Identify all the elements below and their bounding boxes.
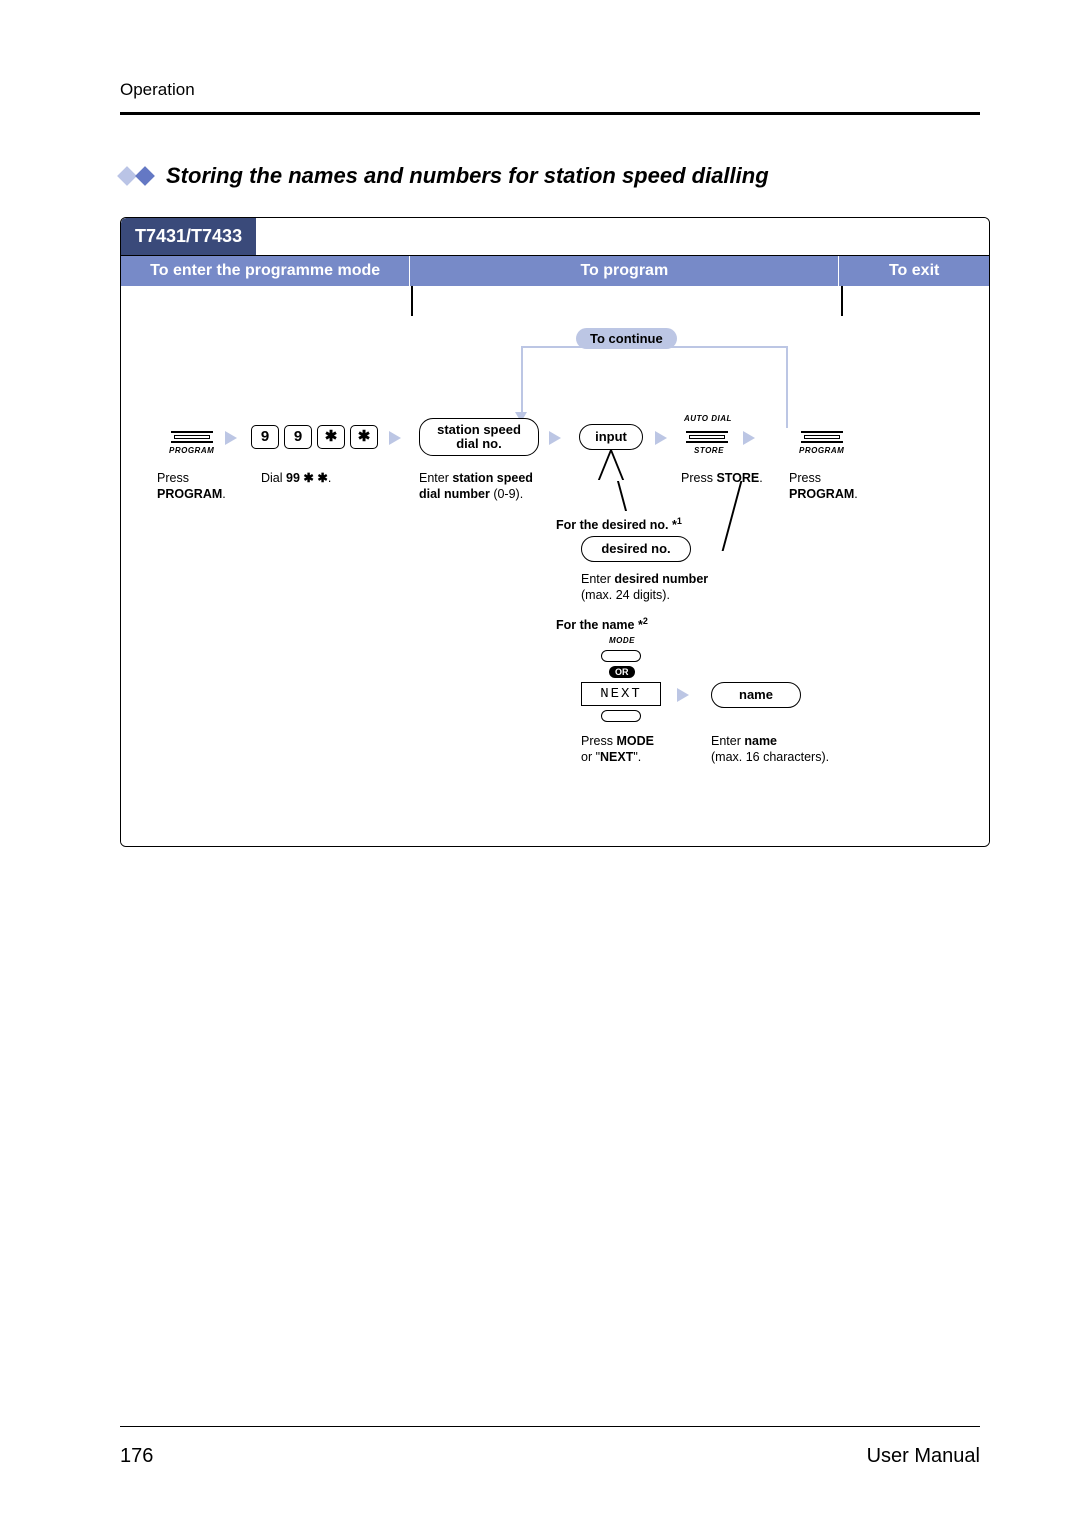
branch-line <box>617 481 627 511</box>
autodial-label-bot: STORE <box>694 446 724 455</box>
diamond-icon <box>117 166 137 186</box>
col-enter-mode: To enter the programme mode <box>121 256 410 286</box>
store-button-icon <box>686 431 728 443</box>
flow-line <box>786 346 788 428</box>
cap-dial: Dial 99 ✱ ✱. <box>261 471 331 487</box>
heading-row: Storing the names and numbers for statio… <box>120 163 980 189</box>
col-to-program: To program <box>410 256 839 286</box>
cap-enter-name: Enter name(max. 16 characters). <box>711 734 829 765</box>
mode-label: MODE <box>609 636 635 645</box>
cap-press-mode: Press MODEor "NEXT". <box>581 734 654 765</box>
section-label: Operation <box>120 80 980 100</box>
diamond-icon <box>135 166 155 186</box>
arrow-right-icon <box>389 431 401 445</box>
divider <box>411 286 413 316</box>
footer-rule <box>120 1426 980 1427</box>
flow-area: To continue PROGRAM 9 9 ✱ ✱ station spee… <box>121 286 989 846</box>
branch-line <box>722 481 742 551</box>
station-speed-oval: station speed dial no. <box>419 418 539 456</box>
desired-no-oval: desired no. <box>581 536 691 562</box>
arrow-right-icon <box>655 431 667 445</box>
instruction-panel: T7431/T7433 To enter the programme mode … <box>120 217 990 847</box>
cap-press-store: Press STORE. <box>681 471 763 487</box>
softkey-icon <box>601 710 641 722</box>
program-label: PROGRAM <box>799 446 844 455</box>
doc-title: User Manual <box>867 1445 980 1468</box>
program-button-icon <box>171 431 213 443</box>
cap-press-program-right: PressPROGRAM. <box>789 471 858 502</box>
column-headers: To enter the programme mode To program T… <box>121 255 989 286</box>
program-label: PROGRAM <box>169 446 214 455</box>
input-oval: input <box>579 424 643 450</box>
branch-line <box>598 450 612 480</box>
key-9: 9 <box>284 425 312 449</box>
model-tab: T7431/T7433 <box>121 218 256 255</box>
program-button-icon <box>801 431 843 443</box>
mode-button-icon <box>601 650 641 662</box>
arrow-right-icon <box>743 431 755 445</box>
page-title: Storing the names and numbers for statio… <box>166 163 769 189</box>
next-display: NEXT <box>581 682 661 706</box>
autodial-label-top: AUTO DIAL <box>684 414 732 423</box>
flow-line <box>521 346 523 416</box>
key-star: ✱ <box>317 425 345 449</box>
page-root: Operation Storing the names and numbers … <box>0 0 1080 1528</box>
cap-enter-ssd: Enter station speeddial number (0-9). <box>419 471 533 502</box>
continue-pill: To continue <box>576 328 677 349</box>
col-to-exit: To exit <box>839 256 989 286</box>
cap-for-desired: For the desired no. *1 <box>556 516 682 534</box>
divider <box>841 286 843 316</box>
tab-row: T7431/T7433 <box>121 218 989 255</box>
cap-for-name: For the name *2 <box>556 616 648 634</box>
key-9: 9 <box>251 425 279 449</box>
cap-enter-desired: Enter desired number(max. 24 digits). <box>581 572 708 603</box>
cap-press-program: PressPROGRAM. <box>157 471 226 502</box>
branch-line <box>610 450 624 480</box>
or-pill: OR <box>609 666 635 678</box>
key-star: ✱ <box>350 425 378 449</box>
arrow-right-icon <box>549 431 561 445</box>
arrow-right-icon <box>225 431 237 445</box>
page-footer: 176 User Manual <box>120 1426 980 1468</box>
arrow-right-icon <box>677 688 689 702</box>
name-oval: name <box>711 682 801 708</box>
page-number: 176 <box>120 1445 153 1468</box>
horizontal-rule <box>120 112 980 115</box>
